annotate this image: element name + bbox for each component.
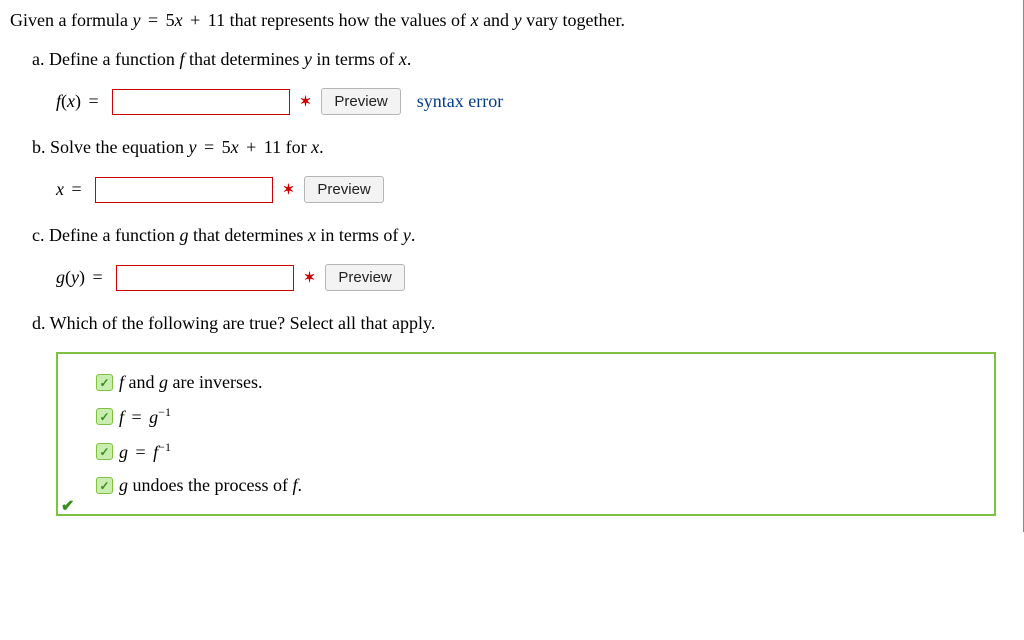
part-d: d. Which of the following are true? Sele… (32, 313, 1013, 516)
intro-suffix: that represents how the values of x and … (230, 10, 625, 30)
syntax-error-text: syntax error (417, 91, 503, 112)
part-c-answer-row: g(y) = ✶ Preview (56, 264, 1013, 291)
checkbox-checked-icon[interactable] (96, 374, 113, 391)
part-c: c. Define a function g that determines x… (32, 225, 1013, 291)
wrong-icon: ✶ (300, 93, 312, 110)
option-1[interactable]: f and g are inverses. (96, 372, 980, 393)
part-b-input[interactable] (95, 177, 273, 203)
part-a-label: a. Define a function f that determines y… (32, 49, 1013, 70)
checkbox-checked-icon[interactable] (96, 443, 113, 460)
part-c-input[interactable] (116, 265, 294, 291)
part-a-lhs: f(x) = (56, 91, 102, 112)
option-3-label: g = f−1 (119, 440, 171, 463)
preview-button-b[interactable]: Preview (304, 176, 383, 203)
part-b-label: b. Solve the equation y = 5x + 11 for x. (32, 137, 1013, 158)
checkbox-checked-icon[interactable] (96, 477, 113, 494)
correct-check-icon: ✔ (61, 496, 74, 516)
option-4[interactable]: g undoes the process of f. (96, 475, 980, 496)
question-intro: Given a formula y = 5x + 11 that represe… (10, 10, 1013, 31)
part-b: b. Solve the equation y = 5x + 11 for x.… (32, 137, 1013, 203)
checkbox-group: f and g are inverses. f = g−1 g = f−1 g … (56, 352, 996, 516)
intro-prefix: Given a formula (10, 10, 132, 30)
part-c-label: c. Define a function g that determines x… (32, 225, 1013, 246)
part-a-answer-row: f(x) = ✶ Preview syntax error (56, 88, 1013, 115)
part-b-answer-row: x = ✶ Preview (56, 176, 1013, 203)
part-d-label: d. Which of the following are true? Sele… (32, 313, 1013, 334)
part-b-lhs: x = (56, 179, 85, 200)
checkbox-checked-icon[interactable] (96, 408, 113, 425)
option-1-label: f and g are inverses. (119, 372, 262, 393)
wrong-icon: ✶ (304, 269, 316, 286)
option-4-label: g undoes the process of f. (119, 475, 302, 496)
intro-formula: y = 5x + 11 (132, 10, 229, 30)
option-3[interactable]: g = f−1 (96, 440, 980, 463)
wrong-icon: ✶ (283, 181, 295, 198)
option-2-label: f = g−1 (119, 405, 171, 428)
preview-button-a[interactable]: Preview (321, 88, 400, 115)
part-c-lhs: g(y) = (56, 267, 106, 288)
part-a: a. Define a function f that determines y… (32, 49, 1013, 115)
option-2[interactable]: f = g−1 (96, 405, 980, 428)
part-a-input[interactable] (112, 89, 290, 115)
preview-button-c[interactable]: Preview (325, 264, 404, 291)
